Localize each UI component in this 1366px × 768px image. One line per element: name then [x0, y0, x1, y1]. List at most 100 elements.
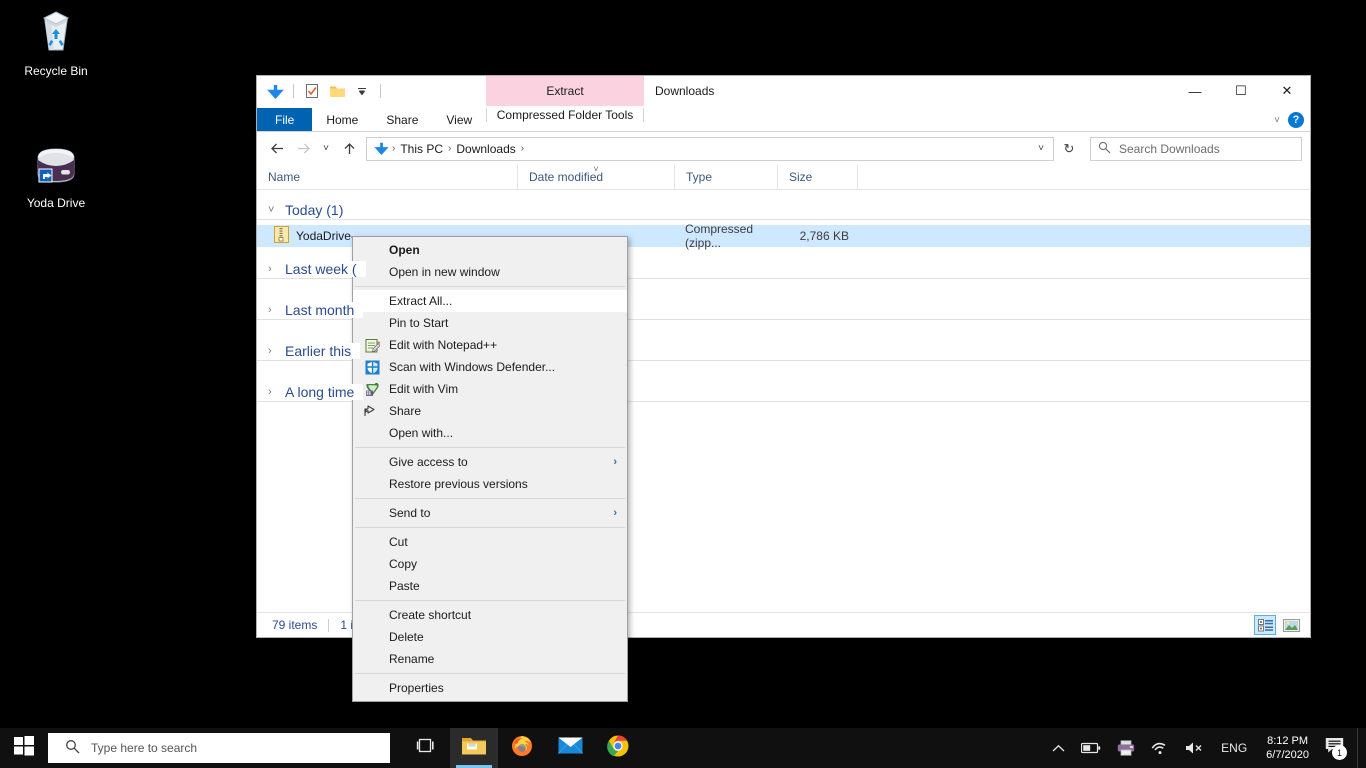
context-menu-label: Open with...	[389, 426, 454, 440]
download-arrow-icon[interactable]	[264, 80, 286, 102]
minimize-button[interactable]: —	[1172, 76, 1218, 106]
address-dropdown-icon[interactable]: ˅	[1031, 143, 1051, 154]
volume-muted-icon[interactable]	[1178, 728, 1212, 768]
refresh-button[interactable]: ↻	[1056, 137, 1082, 161]
tab-compressed-folder-tools[interactable]: Compressed Folder Tools	[486, 108, 644, 122]
tab-home[interactable]: Home	[312, 108, 372, 131]
column-header-date-modified[interactable]: ˅ Date modified	[517, 164, 674, 190]
group-label: Today (1)	[285, 202, 353, 218]
share-icon	[361, 403, 383, 419]
context-menu-label: Scan with Windows Defender...	[389, 360, 556, 374]
context-menu-label: Edit with Notepad++	[389, 338, 498, 352]
search-input[interactable]: Search Downloads	[1090, 136, 1302, 161]
context-menu-item-rename[interactable]: Rename	[353, 648, 627, 670]
context-menu-label: Open in new window	[389, 265, 500, 279]
taskbar-app-firefox[interactable]	[498, 728, 546, 768]
context-menu[interactable]: Open Open in new window Extract All... P…	[352, 236, 628, 702]
context-menu-label: Create shortcut	[389, 608, 472, 622]
context-menu-item-open-with[interactable]: Open with...	[353, 422, 627, 444]
chevron-right-icon: ›	[268, 386, 272, 398]
context-menu-item-restore-previous-versions[interactable]: Restore previous versions	[353, 473, 627, 495]
group-label: Last month	[285, 302, 364, 318]
context-menu-label: Rename	[389, 652, 435, 666]
context-menu-item-create-shortcut[interactable]: Create shortcut	[353, 604, 627, 626]
taskbar-app-mail[interactable]	[546, 728, 594, 768]
context-menu-label: Extract All...	[389, 294, 453, 308]
taskbar-search-input[interactable]: Type here to search	[48, 733, 390, 763]
clock[interactable]: 8:12 PM 6/7/2020	[1256, 728, 1319, 768]
notification-center-button[interactable]: 1	[1321, 728, 1352, 768]
wifi-icon[interactable]	[1144, 728, 1176, 768]
maximize-button[interactable]: ☐	[1218, 76, 1264, 106]
context-menu-item-give-access-to[interactable]: Give access to ›	[353, 451, 627, 473]
firefox-icon	[510, 734, 534, 763]
context-menu-separator	[355, 498, 625, 499]
column-label: Type	[686, 170, 713, 184]
task-view-icon	[416, 737, 436, 759]
desktop-icon-recycle-bin[interactable]: Recycle Bin	[11, 8, 101, 78]
context-menu-item-scan-with-windows-defender[interactable]: Scan with Windows Defender...	[353, 356, 627, 378]
context-menu-item-delete[interactable]: Delete	[353, 626, 627, 648]
context-menu-item-copy[interactable]: Copy	[353, 553, 627, 575]
context-menu-item-open[interactable]: Open	[353, 239, 627, 261]
taskbar-app-icons	[402, 728, 642, 768]
column-header-type[interactable]: Type	[674, 164, 777, 190]
column-header-spacer	[857, 164, 1310, 190]
recent-locations-button[interactable]: ˅	[317, 137, 335, 161]
windows-logo-icon	[14, 735, 34, 761]
search-placeholder: Search Downloads	[1119, 141, 1220, 156]
show-desktop-button[interactable]	[1357, 728, 1362, 768]
properties-checkbox-icon[interactable]	[301, 80, 323, 102]
group-label: A long time	[285, 384, 364, 400]
back-button[interactable]	[265, 137, 289, 161]
taskbar-app-chrome[interactable]	[594, 728, 642, 768]
start-button[interactable]	[0, 728, 48, 768]
battery-icon[interactable]	[1074, 728, 1108, 768]
forward-button[interactable]	[291, 137, 315, 161]
tray-overflow-button[interactable]	[1045, 728, 1072, 768]
context-menu-item-edit-with-vim[interactable]: Edit with Vim	[353, 378, 627, 400]
column-header-size[interactable]: Size	[777, 164, 857, 190]
chevron-down-icon[interactable]: ˅	[1274, 115, 1280, 126]
breadcrumb-downloads[interactable]: Downloads	[452, 142, 519, 156]
column-header-name[interactable]: Name	[257, 165, 517, 190]
menu-icon-placeholder	[361, 476, 383, 492]
menu-icon-placeholder	[361, 629, 383, 645]
printer-icon[interactable]	[1110, 728, 1142, 768]
chevron-down-icon[interactable]	[351, 80, 373, 102]
context-menu-item-open-in-new-window[interactable]: Open in new window	[353, 261, 627, 283]
menu-icon-placeholder	[361, 293, 383, 309]
tab-file[interactable]: File	[257, 108, 313, 131]
vim-icon	[361, 381, 383, 397]
submenu-chevron-icon: ›	[613, 456, 617, 468]
up-button[interactable]	[337, 137, 361, 161]
help-icon[interactable]: ?	[1288, 112, 1304, 128]
new-folder-icon[interactable]	[326, 80, 348, 102]
close-button[interactable]: ✕	[1264, 76, 1310, 106]
item-count-label: 79 items	[272, 618, 318, 632]
context-menu-item-pin-to-start[interactable]: Pin to Start	[353, 312, 627, 334]
context-menu-item-extract-all[interactable]: Extract All...	[353, 290, 627, 312]
tab-view[interactable]: View	[432, 108, 486, 131]
large-icons-view-button[interactable]	[1280, 615, 1302, 635]
mail-icon	[557, 736, 583, 760]
breadcrumb-this-pc[interactable]: This PC	[396, 142, 447, 156]
notification-count-badge: 1	[1332, 745, 1347, 760]
context-menu-item-send-to[interactable]: Send to ›	[353, 502, 627, 524]
search-icon	[65, 739, 80, 757]
task-view-button[interactable]	[402, 728, 450, 768]
desktop-icon-yoda-drive[interactable]: Yoda Drive	[11, 142, 101, 210]
context-menu-item-edit-with-notepad-plus-plus[interactable]: Edit with Notepad++	[353, 334, 627, 356]
tab-share[interactable]: Share	[372, 108, 432, 131]
context-menu-label: Cut	[389, 535, 408, 549]
context-menu-item-paste[interactable]: Paste	[353, 575, 627, 597]
details-view-button[interactable]	[1254, 615, 1276, 635]
context-menu-item-cut[interactable]: Cut	[353, 531, 627, 553]
address-field[interactable]: › This PC › Downloads › ˅	[366, 136, 1054, 161]
menu-icon-placeholder	[361, 534, 383, 550]
context-menu-item-share[interactable]: Share	[353, 400, 627, 422]
taskbar-app-file-explorer[interactable]	[450, 728, 498, 768]
context-menu-item-properties[interactable]: Properties	[353, 677, 627, 699]
language-indicator[interactable]: ENG	[1214, 728, 1254, 768]
group-header-today[interactable]: ˅ Today (1)	[257, 195, 1310, 225]
